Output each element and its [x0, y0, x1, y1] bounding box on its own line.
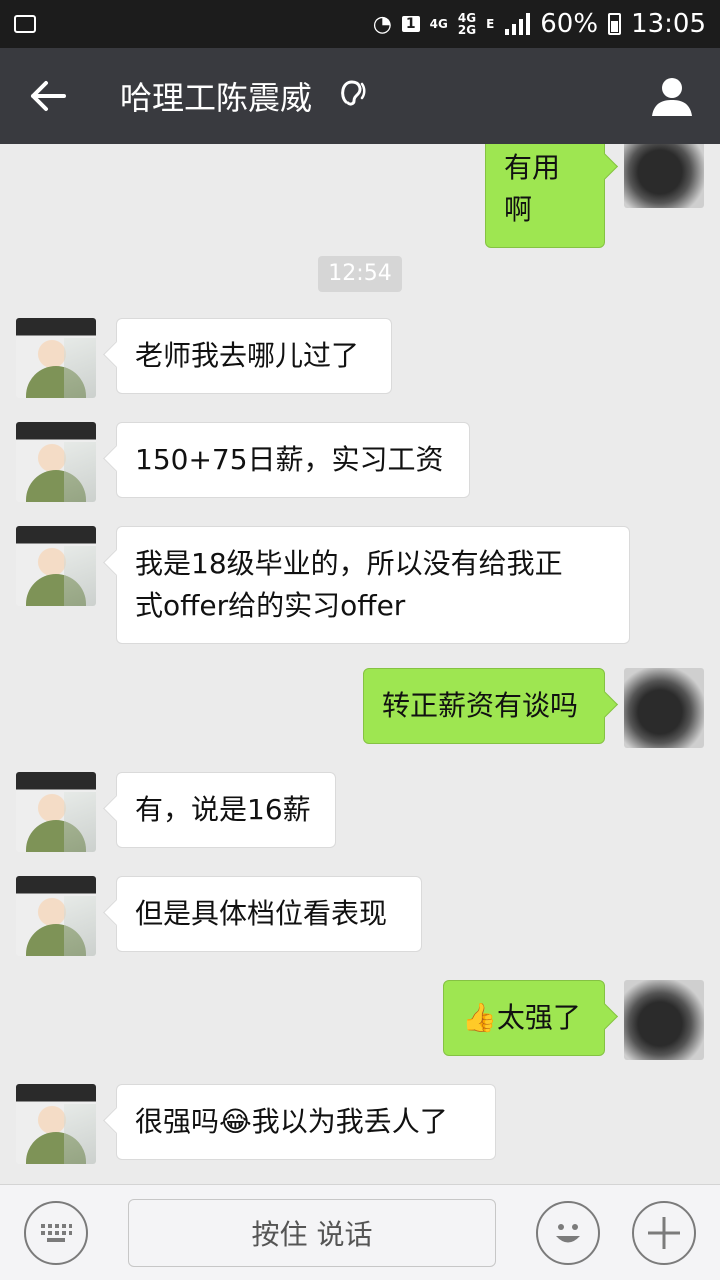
battery-icon — [608, 13, 622, 35]
back-button[interactable] — [0, 48, 96, 144]
message-bubble-incoming[interactable]: 有，说是16薪 — [116, 772, 336, 848]
message-bubble-incoming[interactable]: 很强吗😂我以为我丢人了 — [116, 1084, 496, 1160]
back-arrow-icon — [31, 81, 66, 111]
message-list[interactable]: 有用啊 12:54 老师我去哪儿过了 150+75日薪，实习工资 我是18级毕业… — [0, 144, 720, 1184]
chat-header: 哈理工陈震威 — [0, 48, 720, 144]
gallery-notification-icon — [14, 15, 36, 33]
wifi-icon: ◔ — [372, 11, 392, 37]
thumbs-up-emoji: 👍 — [462, 1001, 497, 1034]
battery-percent: 60% — [540, 9, 599, 39]
contact-avatar[interactable] — [16, 526, 96, 606]
message-bubble-incoming[interactable]: 150+75日薪，实习工资 — [116, 422, 470, 498]
contact-avatar[interactable] — [16, 318, 96, 398]
plus-icon — [648, 1217, 680, 1249]
status-bar: ◔ 1 4G 4G 2G E 60% 13:05 — [0, 0, 720, 48]
signal-icon — [505, 13, 531, 35]
my-avatar[interactable] — [624, 144, 704, 208]
my-avatar[interactable] — [624, 980, 704, 1060]
emoji-icon — [556, 1224, 580, 1243]
tears-of-joy-emoji: 😂 — [219, 1105, 252, 1138]
message-bubble-outgoing[interactable]: 👍太强了 — [443, 980, 605, 1056]
message-timestamp: 12:54 — [318, 256, 402, 292]
contact-avatar[interactable] — [16, 876, 96, 956]
my-avatar[interactable] — [624, 668, 704, 748]
message-bubble-incoming[interactable]: 老师我去哪儿过了 — [116, 318, 392, 394]
keyboard-icon — [41, 1224, 72, 1242]
contact-avatar[interactable] — [16, 772, 96, 852]
message-bubble-outgoing[interactable]: 转正薪资有谈吗 — [363, 668, 605, 744]
contact-avatar[interactable] — [16, 422, 96, 502]
message-bubble-incoming[interactable]: 我是18级毕业的，所以没有给我正 式offer给的实习offer — [116, 526, 630, 644]
profile-icon — [652, 78, 692, 116]
network-4g-2g-indicator: 4G 2G — [457, 11, 477, 37]
network-e-label: E — [486, 17, 495, 31]
sim-indicator: 1 — [401, 16, 420, 32]
profile-button[interactable] — [624, 48, 720, 144]
chat-title: 哈理工陈震威 — [120, 79, 313, 117]
message-bubble-incoming[interactable]: 但是具体档位看表现 — [116, 876, 422, 952]
network-4g-label: 4G — [429, 17, 448, 31]
contact-avatar[interactable] — [16, 1084, 96, 1164]
hold-to-talk-button[interactable]: 按住 说话 — [128, 1199, 496, 1267]
keyboard-toggle-button[interactable] — [24, 1201, 88, 1265]
input-bar: 按住 说话 — [0, 1184, 720, 1280]
message-bubble-outgoing[interactable]: 有用啊 — [485, 144, 605, 248]
more-button[interactable] — [632, 1201, 696, 1265]
earpiece-mode-icon — [336, 76, 368, 116]
emoji-button[interactable] — [536, 1201, 600, 1265]
clock: 13:05 — [631, 9, 706, 39]
